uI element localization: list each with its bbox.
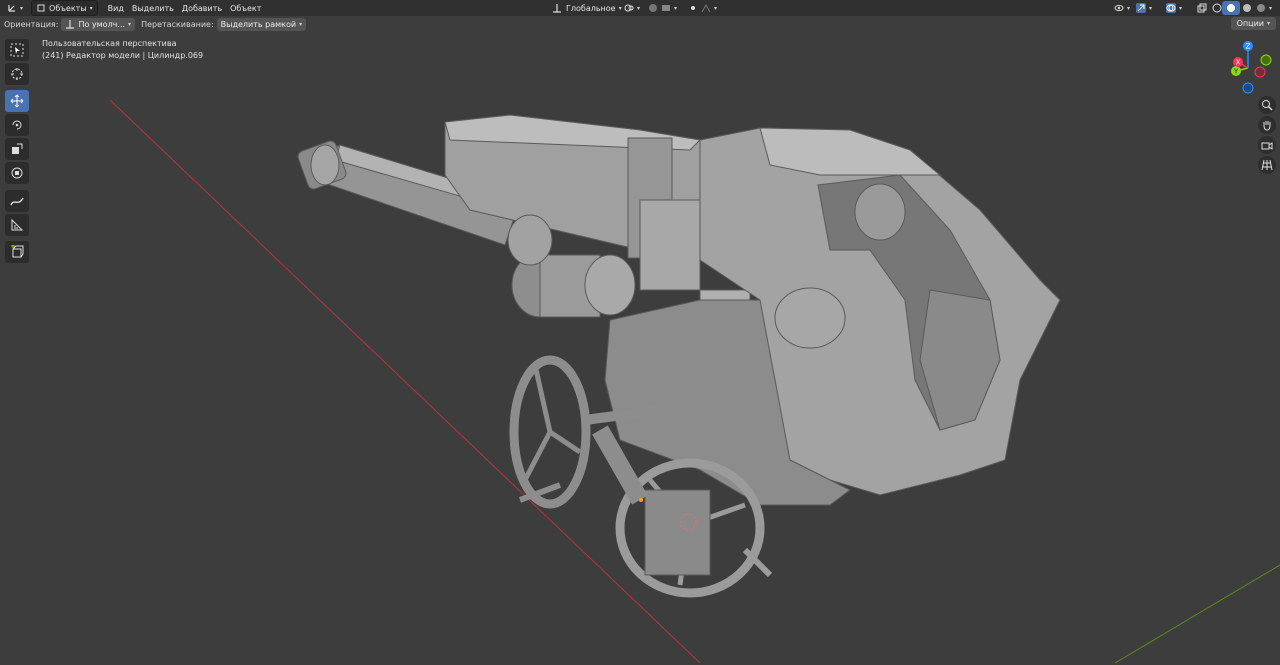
pivot-point-icon: [624, 3, 634, 13]
tool-transform[interactable]: [5, 162, 29, 184]
select-box-icon: [10, 43, 24, 57]
solid-shading-icon: [1226, 3, 1236, 13]
3d-viewport[interactable]: [0, 0, 1280, 664]
gizmo-x-label: X: [1236, 59, 1241, 67]
xray-icon: [1197, 3, 1207, 13]
axis-editor-icon: [7, 3, 17, 13]
add-cube-icon: [11, 245, 24, 258]
chevron-down-icon: ▾: [674, 4, 678, 12]
camera-view-button[interactable]: [1258, 136, 1276, 154]
perspective-grid-icon: [1261, 159, 1273, 171]
chevron-down-icon: ▾: [1149, 4, 1153, 12]
menu-view[interactable]: Вид: [104, 1, 128, 15]
gizmo-neg-x-axis: [1254, 66, 1266, 78]
tool-measure[interactable]: [5, 214, 29, 236]
drag-label: Перетаскивание:: [141, 19, 214, 29]
chevron-down-icon: ▾: [89, 4, 93, 12]
scale-icon: [12, 143, 23, 154]
tool-rotate[interactable]: [5, 114, 29, 136]
chevron-down-icon: ▾: [637, 4, 641, 12]
transform-icon: [11, 167, 23, 179]
chevron-down-icon: ▾: [299, 20, 303, 28]
chevron-down-icon: ▾: [1127, 4, 1131, 12]
options-label: Опции: [1236, 19, 1264, 28]
rendered-shading-icon: [1256, 3, 1266, 13]
camera-icon: [1261, 142, 1273, 150]
tool-cursor[interactable]: [5, 63, 29, 85]
snap-icon: [648, 3, 658, 13]
gizmo-neg-y-axis: [1260, 54, 1272, 66]
snap-toggle[interactable]: ▾: [644, 1, 681, 15]
snap-target-icon: [661, 3, 671, 13]
visibility-icon: [1114, 3, 1124, 13]
menu-object[interactable]: Объект: [226, 1, 265, 15]
gizmo-y-label: Y: [1233, 68, 1239, 76]
tool-annotate[interactable]: [5, 190, 29, 212]
measure-icon: [11, 218, 24, 231]
cursor-icon: [11, 68, 23, 80]
chevron-down-icon: ▾: [1269, 4, 1273, 12]
tool-scale[interactable]: [5, 138, 29, 160]
drag-value: Выделить рамкой: [220, 19, 297, 29]
editor-type-button[interactable]: ▾: [3, 1, 27, 15]
proportional-toggle[interactable]: ▾: [684, 1, 721, 15]
tool-select-box[interactable]: [5, 39, 29, 61]
falloff-icon: [701, 3, 711, 13]
gizmo-z-label: Z: [1246, 43, 1251, 51]
zoom-button[interactable]: [1258, 96, 1276, 114]
object-mode-icon: [36, 3, 46, 13]
tool-move[interactable]: [5, 90, 29, 112]
chevron-down-icon: ▾: [1266, 20, 1270, 27]
chevron-down-icon: ▾: [128, 20, 132, 28]
chevron-down-icon: ▾: [1179, 4, 1183, 12]
orientation-icon: [552, 3, 562, 13]
wireframe-shading-icon: [1212, 3, 1222, 13]
annotate-icon: [10, 197, 24, 206]
move-icon: [10, 94, 24, 108]
perspective-toggle[interactable]: [1258, 156, 1276, 174]
zoom-icon: [1262, 100, 1273, 111]
orientation-value: По умолч...: [78, 19, 126, 29]
pan-hand-icon: [1263, 121, 1271, 131]
navigation-gizmo[interactable]: Z Y X: [1218, 38, 1278, 98]
viewport-header: ▾ Объекты ▾ Вид Выделить Добавить Объект…: [0, 0, 1280, 16]
overlay-icon: [1166, 3, 1176, 13]
transform-orientation-dropdown[interactable]: Глобальное ▾: [548, 1, 626, 15]
viewport-scene: [109, 99, 1280, 664]
visibility-dropdown[interactable]: ▾: [1110, 1, 1134, 15]
proportional-editing-icon: [688, 3, 698, 13]
chevron-down-icon: ▾: [20, 4, 24, 12]
menu-select[interactable]: Выделить: [128, 1, 178, 15]
object-info: (241) Редактор модели | Цилиндр.069: [42, 51, 204, 60]
options-dropdown[interactable]: Опции ▾: [1230, 17, 1276, 30]
y-axis-line: [1114, 564, 1280, 664]
drag-dropdown[interactable]: Выделить рамкой ▾: [216, 17, 307, 31]
rotate-icon: [12, 120, 22, 130]
gizmo-neg-z-axis: [1242, 82, 1254, 94]
gizmo-toggle[interactable]: ▾: [1132, 1, 1156, 15]
pivot-dropdown[interactable]: ▾: [620, 1, 644, 15]
mode-dropdown[interactable]: Объекты ▾: [31, 0, 98, 16]
overlay-toggle[interactable]: ▾: [1162, 1, 1186, 15]
view-name: Пользовательская перспектива: [42, 39, 177, 48]
orientation-label: Ориентация:: [4, 19, 59, 29]
material-shading-icon: [1242, 3, 1252, 13]
orientation-dropdown[interactable]: По умолч... ▾: [61, 17, 136, 31]
artillery-model: [297, 114, 1061, 598]
gizmo-icon: [1136, 3, 1146, 13]
mode-label: Объекты: [49, 3, 87, 13]
menu-add[interactable]: Добавить: [178, 1, 226, 15]
orientation-label: Глобальное: [566, 3, 616, 13]
pan-button[interactable]: [1258, 116, 1276, 134]
chevron-down-icon: ▾: [714, 4, 718, 12]
shading-rendered[interactable]: ▾: [1252, 1, 1276, 15]
tool-settings-bar: Ориентация: По умолч... ▾ Перетаскивание…: [0, 16, 1280, 32]
orientation-icon: [65, 19, 75, 29]
tool-add-cube[interactable]: [5, 241, 29, 263]
